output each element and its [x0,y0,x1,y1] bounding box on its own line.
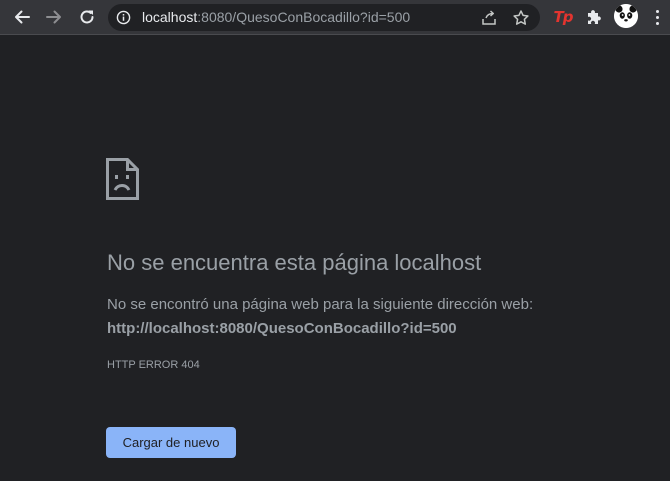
forward-button[interactable] [41,4,67,30]
panda-avatar-icon [614,4,638,28]
back-button[interactable] [9,4,35,30]
extension-tp-label: Tp [553,8,574,26]
share-icon[interactable] [480,9,498,27]
arrow-right-icon [46,10,61,24]
menu-dot [655,9,659,13]
error-url: http://localhost:8080/QuesoConBocadillo?… [107,320,457,337]
error-description: No se encontró una página web para la si… [107,296,534,313]
error-page: No se encuentra esta página localhost No… [0,36,670,481]
reload-button[interactable] [74,4,100,30]
profile-avatar[interactable] [614,4,638,28]
reload-page-button[interactable]: Cargar de nuevo [106,427,236,458]
arrow-left-icon [15,10,30,24]
url-path: :8080/QuesoConBocadillo?id=500 [197,9,411,25]
browser-menu-button[interactable] [648,5,666,29]
reload-icon [80,10,94,24]
error-code: HTTP ERROR 404 [107,359,200,371]
info-icon[interactable] [116,10,131,25]
extensions-button[interactable] [582,5,606,29]
puzzle-icon [588,10,601,24]
url-text[interactable]: localhost:8080/QuesoConBocadillo?id=500 [142,9,410,26]
browser-toolbar: localhost:8080/QuesoConBocadillo?id=500 … [0,0,670,35]
url-host: localhost [142,9,198,25]
star-icon[interactable] [512,9,530,27]
error-title: No se encuentra esta página localhost [107,250,482,275]
sad-page-icon [106,158,139,200]
menu-dot [655,15,659,19]
address-bar[interactable]: localhost:8080/QuesoConBocadillo?id=500 [108,4,540,31]
extension-tp-button[interactable]: Tp [551,5,575,29]
menu-dot [655,21,659,25]
